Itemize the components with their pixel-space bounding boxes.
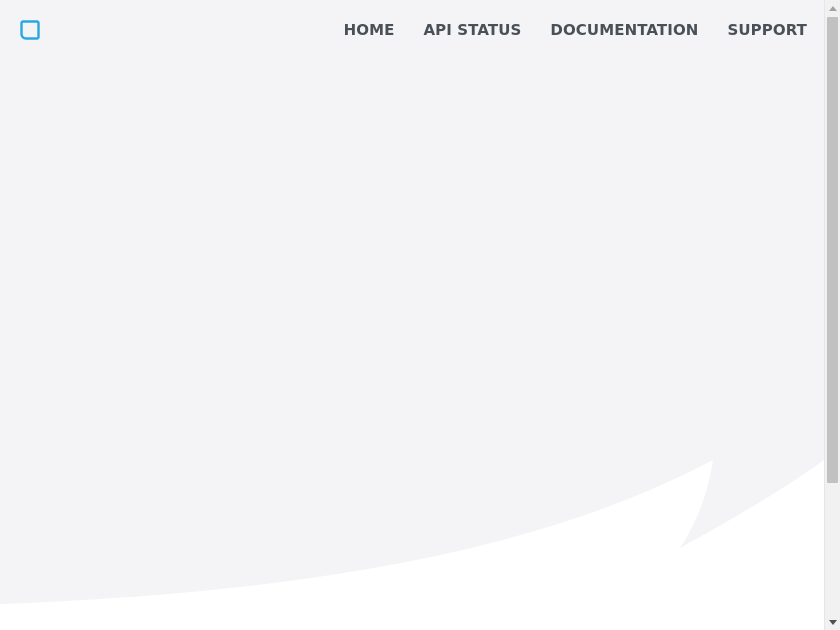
scrollbar-thumb[interactable]: [827, 17, 838, 483]
scroll-up-arrow-icon[interactable]: [825, 0, 840, 16]
top-navbar: HOME API STATUS DOCUMENTATION SUPPORT: [0, 0, 824, 60]
nav-link-home[interactable]: HOME: [344, 21, 395, 39]
vertical-scrollbar[interactable]: [824, 0, 840, 630]
hero-curve-shape: [0, 0, 824, 604]
page-viewport: HOME API STATUS DOCUMENTATION SUPPORT: [0, 0, 824, 630]
rounded-square-logo-icon[interactable]: [20, 20, 40, 40]
scroll-down-arrow-icon[interactable]: [825, 614, 840, 630]
nav-links: HOME API STATUS DOCUMENTATION SUPPORT: [344, 21, 807, 39]
hero-background: [0, 0, 824, 604]
nav-link-support[interactable]: SUPPORT: [727, 21, 807, 39]
nav-link-documentation[interactable]: DOCUMENTATION: [550, 21, 698, 39]
nav-link-api-status[interactable]: API STATUS: [423, 21, 521, 39]
